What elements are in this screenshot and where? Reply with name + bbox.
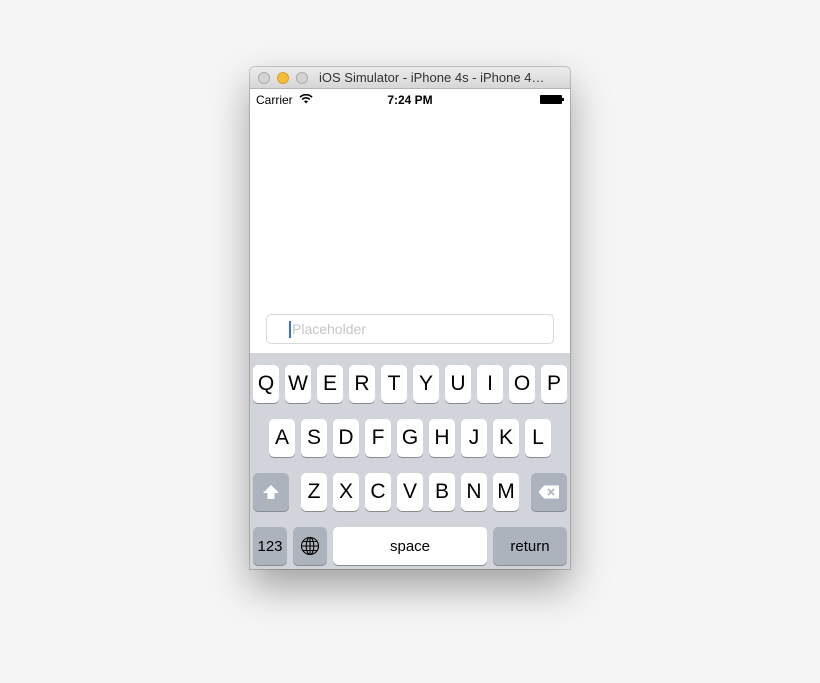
window-controls [258, 72, 308, 84]
shift-icon [263, 485, 279, 499]
zoom-button[interactable] [296, 72, 308, 84]
simulator-window: iOS Simulator - iPhone 4s - iPhone 4… Ca… [250, 67, 570, 569]
key-v[interactable]: V [397, 473, 423, 511]
status-bar: Carrier 7:24 PM [250, 89, 570, 109]
key-f[interactable]: F [365, 419, 391, 457]
key-j[interactable]: J [461, 419, 487, 457]
key-e[interactable]: E [317, 365, 343, 403]
status-time: 7:24 PM [387, 93, 433, 107]
key-u[interactable]: U [445, 365, 471, 403]
return-key[interactable]: return [493, 527, 567, 565]
keyboard: Q W E R T Y U I O P A S D F G H J K L Z … [250, 353, 570, 569]
space-key[interactable]: space [333, 527, 487, 565]
key-d[interactable]: D [333, 419, 359, 457]
key-z[interactable]: Z [301, 473, 327, 511]
key-w[interactable]: W [285, 365, 311, 403]
key-i[interactable]: I [477, 365, 503, 403]
key-t[interactable]: T [381, 365, 407, 403]
globe-icon [300, 536, 320, 556]
key-g[interactable]: G [397, 419, 423, 457]
minimize-button[interactable] [277, 72, 289, 84]
key-h[interactable]: H [429, 419, 455, 457]
key-b[interactable]: B [429, 473, 455, 511]
text-input-placeholder: Placeholder [292, 321, 366, 337]
key-y[interactable]: Y [413, 365, 439, 403]
key-k[interactable]: K [493, 419, 519, 457]
key-l[interactable]: L [525, 419, 551, 457]
key-a[interactable]: A [269, 419, 295, 457]
key-m[interactable]: M [493, 473, 519, 511]
key-s[interactable]: S [301, 419, 327, 457]
globe-key[interactable] [293, 527, 327, 565]
key-r[interactable]: R [349, 365, 375, 403]
delete-icon [538, 485, 559, 499]
numbers-key[interactable]: 123 [253, 527, 287, 565]
delete-key[interactable] [531, 473, 567, 511]
key-c[interactable]: C [365, 473, 391, 511]
key-p[interactable]: P [541, 365, 567, 403]
text-input[interactable]: Placeholder [266, 314, 554, 344]
battery-icon [540, 95, 564, 104]
shift-key[interactable] [253, 473, 289, 511]
key-x[interactable]: X [333, 473, 359, 511]
text-cursor [289, 321, 291, 338]
key-q[interactable]: Q [253, 365, 279, 403]
window-titlebar: iOS Simulator - iPhone 4s - iPhone 4… [250, 67, 570, 89]
window-title: iOS Simulator - iPhone 4s - iPhone 4… [319, 70, 545, 85]
key-o[interactable]: O [509, 365, 535, 403]
key-n[interactable]: N [461, 473, 487, 511]
close-button[interactable] [258, 72, 270, 84]
